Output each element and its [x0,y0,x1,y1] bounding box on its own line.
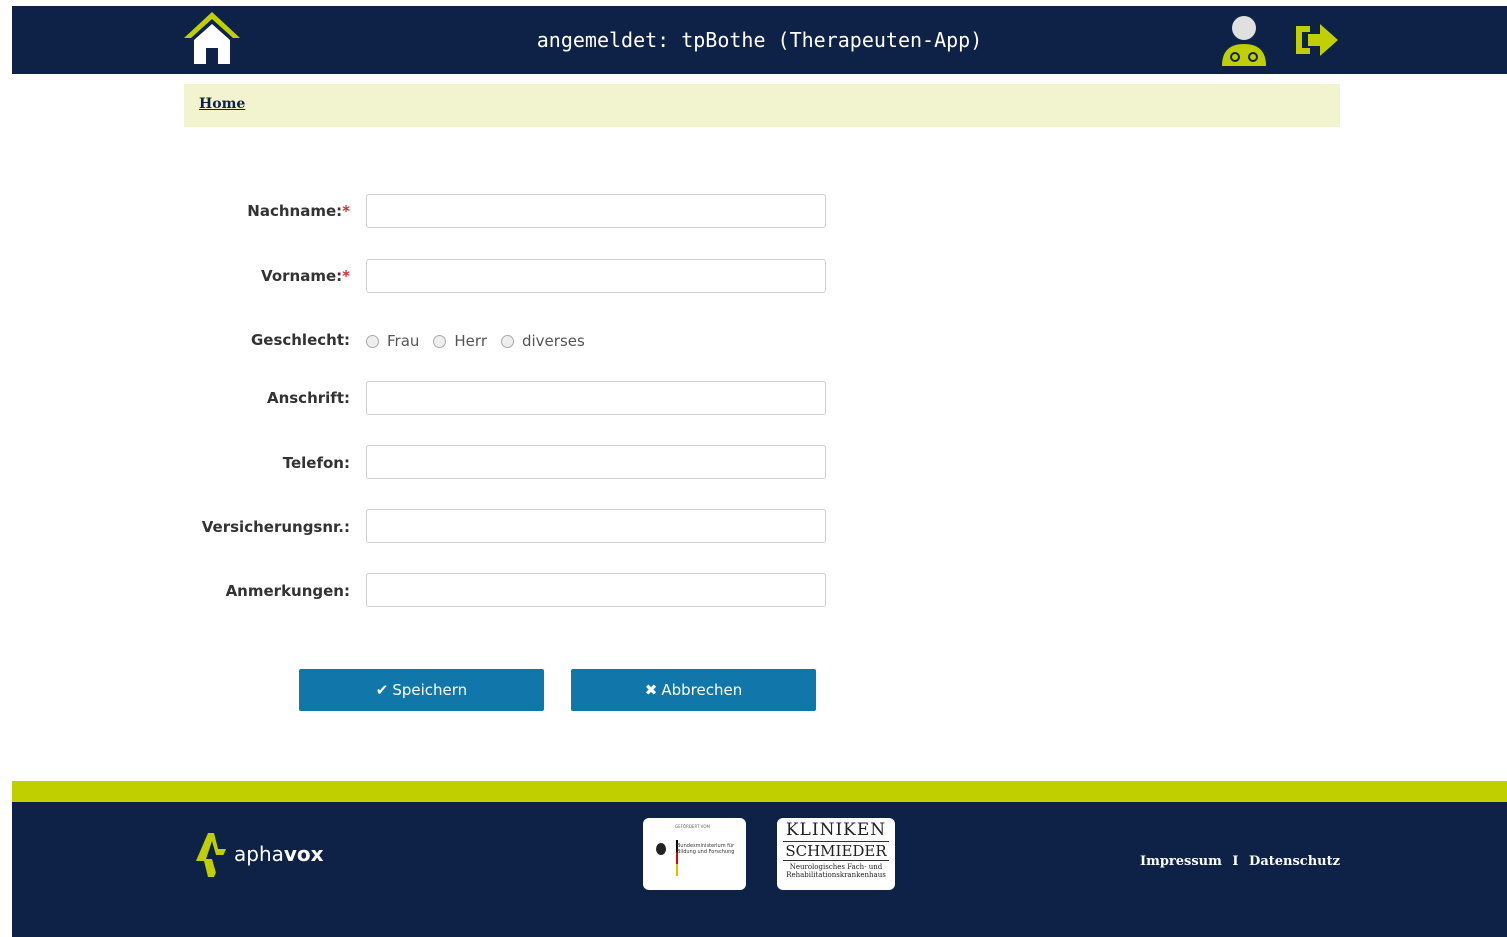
anmerkungen-label: Anmerkungen: [225,582,350,600]
page-title: angemeldet: tpBothe (Therapeuten-App) [536,28,983,52]
geschlecht-label: Geschlecht: [250,331,350,349]
radio-button[interactable] [433,334,447,348]
cancel-button-label: Abbrechen [661,681,743,699]
kliniken-schmieder-logo: KLINIKEN SCHMIEDER Neurologisches Fach- … [777,818,895,890]
aphavox-brand-bold: vox [283,842,324,866]
close-icon: ✖ [644,681,658,699]
radio-diverses[interactable]: diverses [500,332,585,350]
kliniken-line2: SCHMIEDER [783,841,889,861]
check-icon: ✔ [375,681,389,699]
kliniken-line3: Neurologisches Fach- und Rehabilitations… [786,863,886,879]
radio-frau-label: Frau [387,332,420,350]
nachname-label-text: Nachname: [247,202,343,220]
vorname-label-text: Vorname: [261,267,343,285]
save-button[interactable]: ✔ Speichern [299,669,544,711]
radio-diverses-label: diverses [521,332,585,350]
anschrift-label: Anschrift: [266,389,350,407]
radio-button[interactable] [366,334,379,348]
required-mark: * [342,267,350,285]
kliniken-line1: KLINIKEN [785,820,887,840]
anschrift-input[interactable] [366,381,826,415]
vorname-label: Vorname:* [261,267,350,285]
impressum-link[interactable]: Impressum [1140,854,1222,869]
telefon-input[interactable] [366,445,826,479]
radio-herr[interactable]: Herr [433,332,487,350]
bmbf-funded-label: GEFÖRDERT VOM [675,824,710,829]
footer-accent-bar [12,781,1507,802]
bmbf-text: Bundesministerium für Bildung und Forsch… [677,843,735,855]
save-button-label: Speichern [392,681,468,699]
bmbf-logo: GEFÖRDERT VOM Bundesministerium für Bild… [643,818,746,890]
breadcrumb-home-link[interactable]: Home [199,96,245,112]
footer: apha vox GEFÖRDERT VOM Bundesministerium … [12,802,1507,937]
therapist-profile-icon[interactable] [1220,14,1268,66]
top-header: angemeldet: tpBothe (Therapeuten-App) [12,6,1507,74]
aphavox-brand-light: apha [234,842,284,866]
footer-links: Impressum I Datenschutz [1140,854,1340,869]
footer-separator: I [1232,854,1239,869]
required-mark: * [342,202,350,220]
versicherungsnr-label: Versicherungsnr.: [201,518,350,536]
radio-herr-label: Herr [454,332,487,350]
telefon-label: Telefon: [282,454,350,472]
logout-icon[interactable] [1292,20,1340,60]
datenschutz-link[interactable]: Datenschutz [1249,854,1340,869]
aphavox-logo: apha vox [194,829,324,879]
radio-button[interactable] [500,334,514,348]
anmerkungen-input[interactable] [366,573,826,607]
aphavox-logo-icon [196,833,226,877]
vorname-input[interactable] [366,259,826,293]
nachname-input[interactable] [366,194,826,228]
nachname-label: Nachname:* [247,202,350,220]
radio-frau[interactable]: Frau [366,332,419,350]
cancel-button[interactable]: ✖ Abbrechen [571,669,816,711]
geschlecht-radio-group: Frau Herr diverses [366,331,599,351]
breadcrumb: Home [184,84,1340,127]
versicherungsnr-input[interactable] [366,509,826,543]
